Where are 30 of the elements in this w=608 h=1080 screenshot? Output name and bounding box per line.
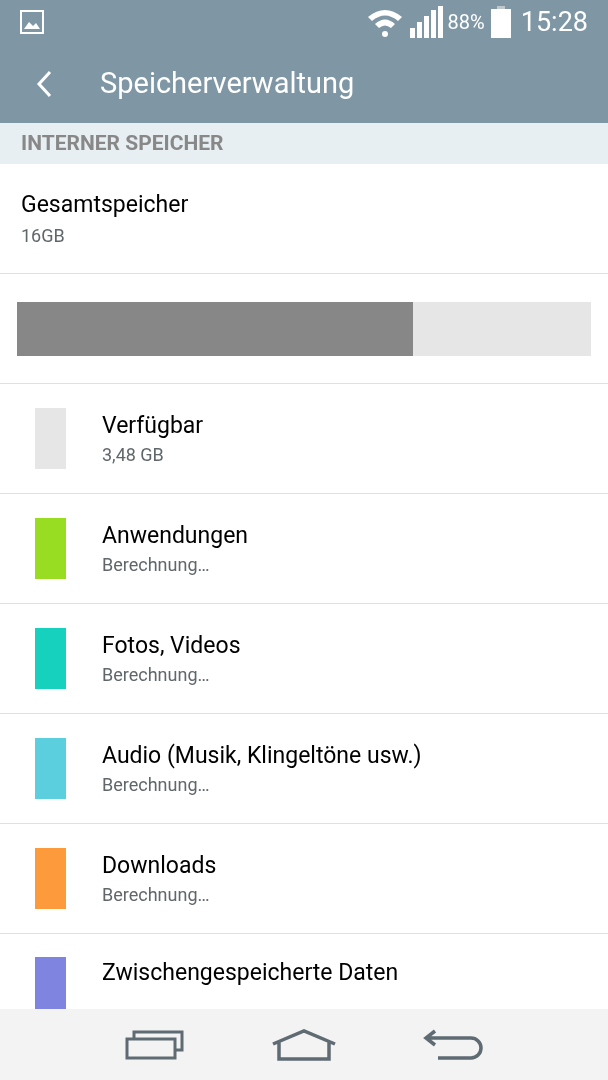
category-name: Zwischengespeicherte Daten [102, 958, 399, 988]
category-row[interactable]: Verfügbar 3,48 GB [0, 384, 608, 494]
category-size: Berechnung… [102, 772, 211, 797]
category-size: Berechnung… [102, 662, 211, 687]
battery-percent: 88% [447, 9, 485, 36]
category-name: Audio (Musik, Klingeltöne usw.) [102, 740, 422, 771]
category-size: 3,48 GB [102, 442, 165, 467]
category-row[interactable]: Fotos, Videos Berechnung… [0, 604, 608, 714]
recent-apps-icon [124, 1029, 185, 1060]
total-value: 16GB [21, 224, 66, 249]
category-name: Verfügbar [102, 410, 204, 441]
category-name: Downloads [102, 850, 217, 881]
screen-title: Speicherverwaltung [100, 64, 355, 102]
category-row[interactable]: Audio (Musik, Klingeltöne usw.) Berechnung… [0, 714, 608, 824]
category-row[interactable]: Zwischengespeicherte Daten [0, 934, 608, 1009]
category-row[interactable]: Anwendungen Berechnung… [0, 494, 608, 604]
category-size: Berechnung… [102, 882, 211, 907]
category-name: Fotos, Videos [102, 630, 241, 661]
clock: 15:28 [520, 4, 588, 40]
signal-icon [409, 6, 444, 38]
total-label: Gesamtspeicher [21, 189, 190, 220]
home-icon [271, 1028, 337, 1061]
category-size: Berechnung… [102, 552, 211, 577]
back-arrow-icon [423, 1028, 484, 1061]
category-row[interactable]: Downloads Berechnung… [0, 824, 608, 934]
category-name: Anwendungen [102, 520, 249, 551]
back-icon [36, 69, 52, 98]
section-title: INTERNER SPEICHER [21, 129, 224, 157]
image-icon [20, 10, 44, 34]
battery-icon [490, 6, 511, 38]
